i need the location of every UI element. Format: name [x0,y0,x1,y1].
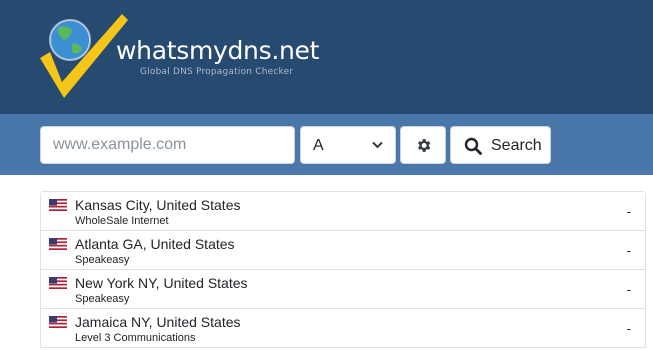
us-flag-icon [49,277,67,289]
search-button[interactable]: Search [450,126,551,164]
result-row[interactable]: Jamaica NY, United States Level 3 Commun… [41,309,645,348]
result-provider: Speakeasy [75,293,130,305]
result-provider: WholeSale Internet [75,215,169,227]
result-value: - [626,282,631,297]
results-list: Kansas City, United States WholeSale Int… [40,191,646,348]
search-button-label: Search [491,137,542,154]
domain-input[interactable] [40,126,295,164]
record-type-value: A [313,137,324,154]
result-value: - [626,204,631,219]
result-row[interactable]: Kansas City, United States WholeSale Int… [41,192,645,231]
result-value: - [626,243,631,258]
tagline: Global DNS Propagation Checker [140,67,294,77]
us-flag-icon [49,238,67,250]
search-bar: A Search [0,114,653,175]
us-flag-icon [49,199,67,211]
result-location: Jamaica NY, United States [75,314,241,330]
chevron-down-icon [372,141,383,149]
magnifier-icon [464,137,482,155]
result-provider: Speakeasy [75,254,130,266]
settings-button[interactable] [400,126,446,164]
result-row[interactable]: Atlanta GA, United States Speakeasy - [41,231,645,270]
result-provider: Level 3 Communications [75,332,196,344]
result-value: - [626,321,631,336]
result-location: Atlanta GA, United States [75,236,235,252]
gear-icon [418,139,431,152]
result-location: New York NY, United States [75,275,248,291]
result-location: Kansas City, United States [75,197,241,213]
us-flag-icon [49,316,67,328]
record-type-select[interactable]: A [300,126,396,164]
site-header: whatsmydns.net Global DNS Propagation Ch… [0,0,653,114]
brand-name[interactable]: whatsmydns.net [116,36,319,66]
result-row[interactable]: New York NY, United States Speakeasy - [41,270,645,309]
